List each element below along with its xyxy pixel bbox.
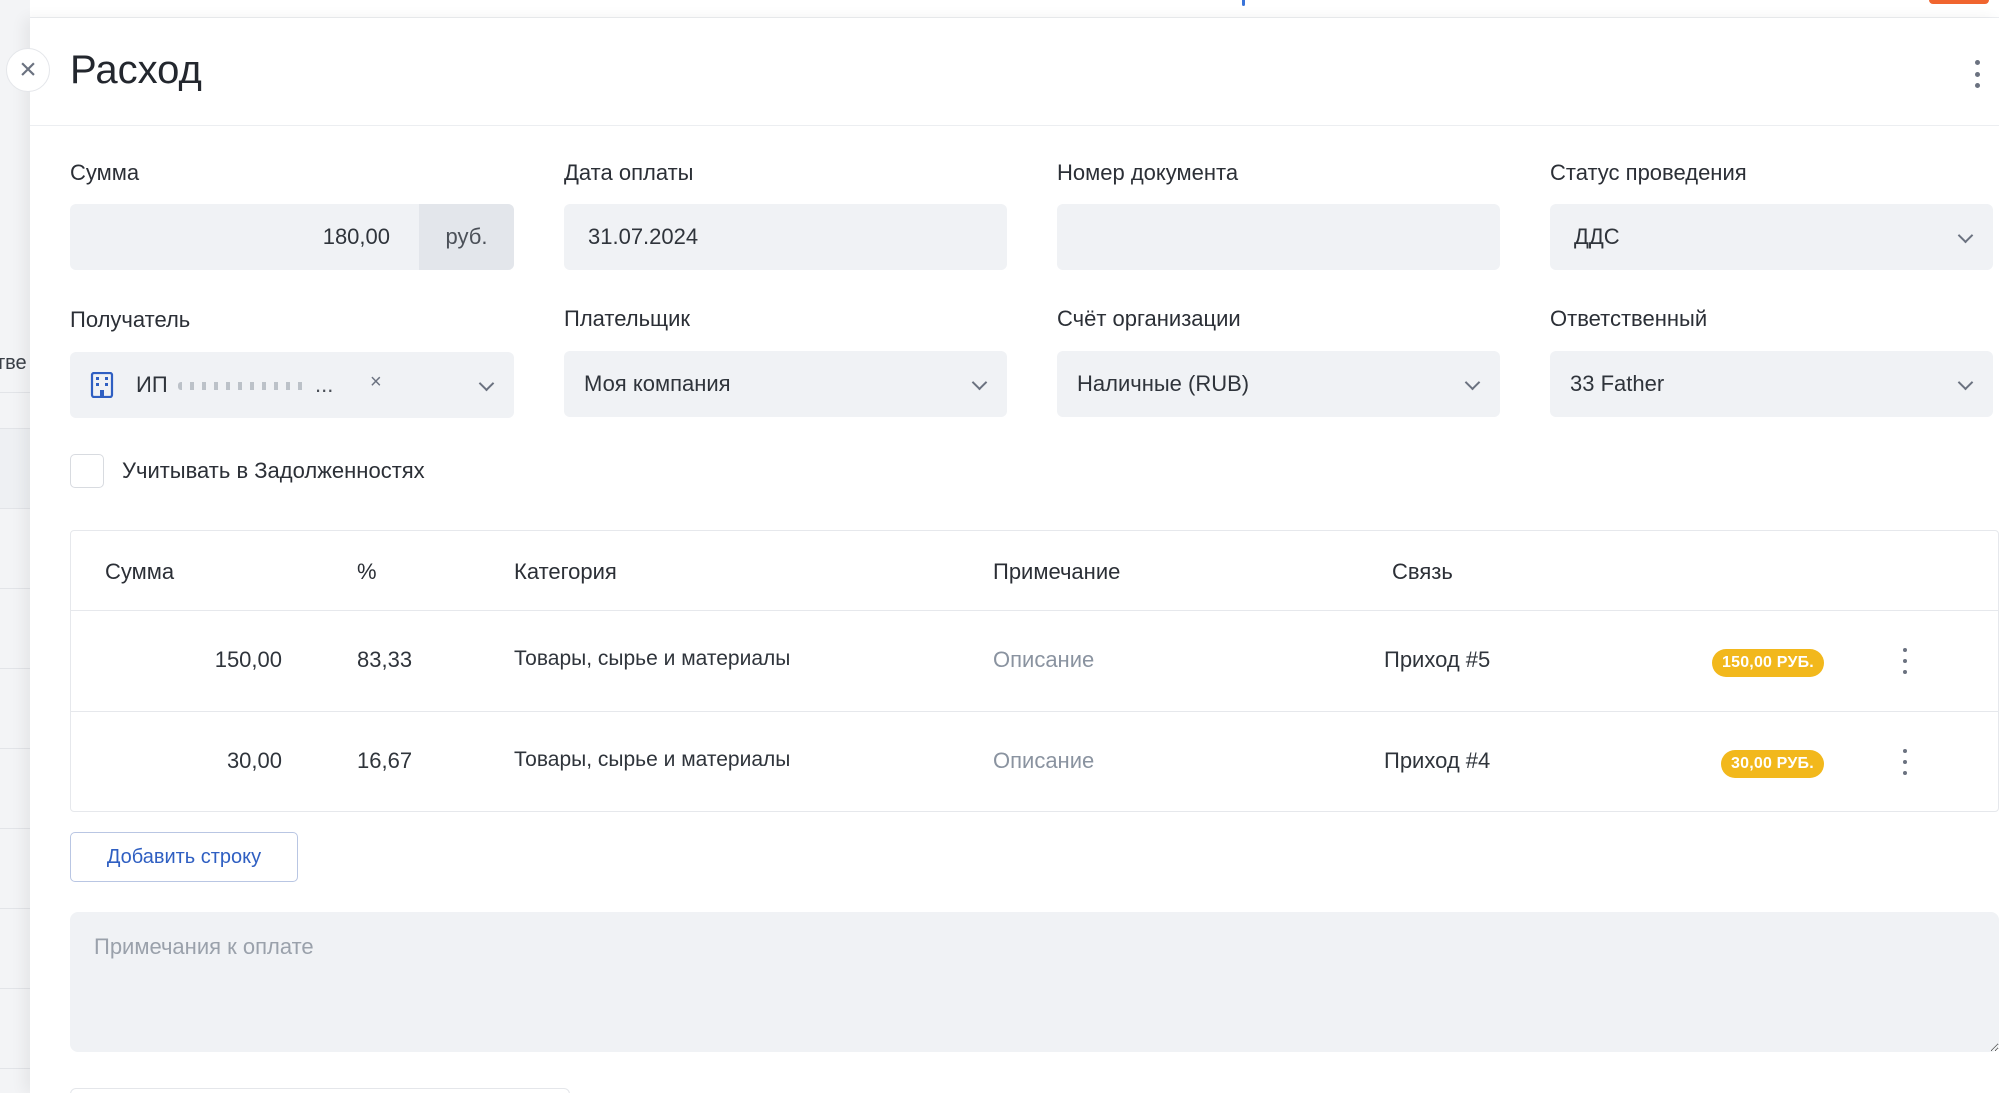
table-row: 150,00 83,33 Товары, сырье и материалы О… xyxy=(71,610,1998,711)
top-bar xyxy=(0,0,1999,18)
row-menu-button[interactable] xyxy=(1895,746,1915,778)
payer-label: Плательщик xyxy=(564,306,691,331)
document-number-label: Номер документа xyxy=(1057,160,1239,185)
responsible-label: Ответственный xyxy=(1550,306,1708,331)
panel-header: Расход xyxy=(30,18,1999,126)
close-button[interactable]: × xyxy=(6,48,50,92)
row-menu-button[interactable] xyxy=(1895,645,1915,677)
more-vertical-icon xyxy=(1974,60,1980,65)
recipient-select[interactable]: ИП ... × xyxy=(70,352,514,418)
row-percent[interactable]: 16,67 xyxy=(357,748,412,774)
more-vertical-icon xyxy=(1903,749,1907,753)
table-row: 30,00 16,67 Товары, сырье и материалы Оп… xyxy=(71,711,1998,812)
more-vertical-icon xyxy=(1903,648,1907,652)
row-category[interactable]: Товары, сырье и материалы xyxy=(514,647,790,671)
expense-panel: Расход Сумма Дата оплаты Номер документа… xyxy=(30,18,1999,1093)
background-text: тве xyxy=(0,352,27,374)
document-number-input[interactable] xyxy=(1057,204,1500,270)
sum-value: 180,00 xyxy=(322,224,390,249)
row-percent[interactable]: 83,33 xyxy=(357,647,412,673)
status-label: Статус проведения xyxy=(1550,160,1747,185)
debts-checkbox[interactable] xyxy=(70,454,104,488)
column-header-category: Категория xyxy=(514,559,617,584)
payment-date-value: 31.07.2024 xyxy=(588,224,699,249)
clear-icon[interactable]: × xyxy=(370,371,382,394)
row-link[interactable]: Приход #5 xyxy=(1384,647,1490,673)
add-row-button[interactable]: Добавить строку xyxy=(70,832,298,882)
row-sum[interactable]: 30,00 xyxy=(71,748,282,774)
column-header-sum: Сумма xyxy=(105,559,175,584)
debts-checkbox-label: Учитывать в Задолженностях xyxy=(122,458,425,483)
row-link[interactable]: Приход #4 xyxy=(1384,748,1490,774)
payment-notes-textarea[interactable] xyxy=(70,912,1999,1052)
split-table: Сумма % Категория Примечание Связь 150,0… xyxy=(70,530,1999,812)
row-sum[interactable]: 150,00 xyxy=(71,647,282,673)
redacted-text xyxy=(178,382,310,390)
amount-badge: 150,00 РУБ. xyxy=(1712,649,1824,677)
responsible-select[interactable]: 33 Father xyxy=(1550,351,1993,417)
column-header-note: Примечание xyxy=(993,559,1121,584)
account-select[interactable]: Наличные (RUB) xyxy=(1057,351,1500,417)
currency-unit: руб. xyxy=(419,204,514,270)
sum-label: Сумма xyxy=(70,160,140,185)
payer-select[interactable]: Моя компания xyxy=(564,351,1007,417)
amount-badge: 30,00 РУБ. xyxy=(1721,750,1824,778)
recipient-ellipsis: ... xyxy=(315,372,334,397)
chevron-down-icon xyxy=(1464,374,1481,391)
payment-date-label: Дата оплаты xyxy=(564,160,694,185)
column-header-percent: % xyxy=(357,559,377,584)
payment-date-input[interactable]: 31.07.2024 xyxy=(564,204,1007,270)
row-note[interactable]: Описание xyxy=(993,647,1094,673)
column-header-link: Связь xyxy=(1392,559,1453,584)
status-select[interactable]: ДДС xyxy=(1550,204,1993,270)
recipient-label: Получатель xyxy=(70,307,191,332)
row-category[interactable]: Товары, сырье и материалы xyxy=(514,748,790,772)
background-page: тве xyxy=(0,0,30,1093)
chevron-down-icon xyxy=(1957,227,1974,244)
payer-value: Моя компания xyxy=(584,371,731,396)
row-note[interactable]: Описание xyxy=(993,748,1094,774)
responsible-value: 33 Father xyxy=(1570,371,1665,396)
account-label: Счёт организации xyxy=(1057,306,1241,331)
bottom-field[interactable] xyxy=(70,1088,570,1093)
status-value: ДДС xyxy=(1574,224,1620,249)
sum-input[interactable]: 180,00 руб. xyxy=(70,204,514,270)
recipient-value: ИП xyxy=(136,372,168,397)
top-accent-button[interactable] xyxy=(1929,0,1989,4)
account-value: Наличные (RUB) xyxy=(1077,371,1250,396)
page-title: Расход xyxy=(70,48,202,92)
top-indicator xyxy=(1242,0,1245,6)
chevron-down-icon xyxy=(1957,374,1974,391)
chevron-down-icon xyxy=(971,374,988,391)
close-icon: × xyxy=(19,53,37,86)
more-menu-button[interactable] xyxy=(1965,54,1989,94)
chevron-down-icon xyxy=(478,375,495,392)
building-icon xyxy=(90,372,114,398)
